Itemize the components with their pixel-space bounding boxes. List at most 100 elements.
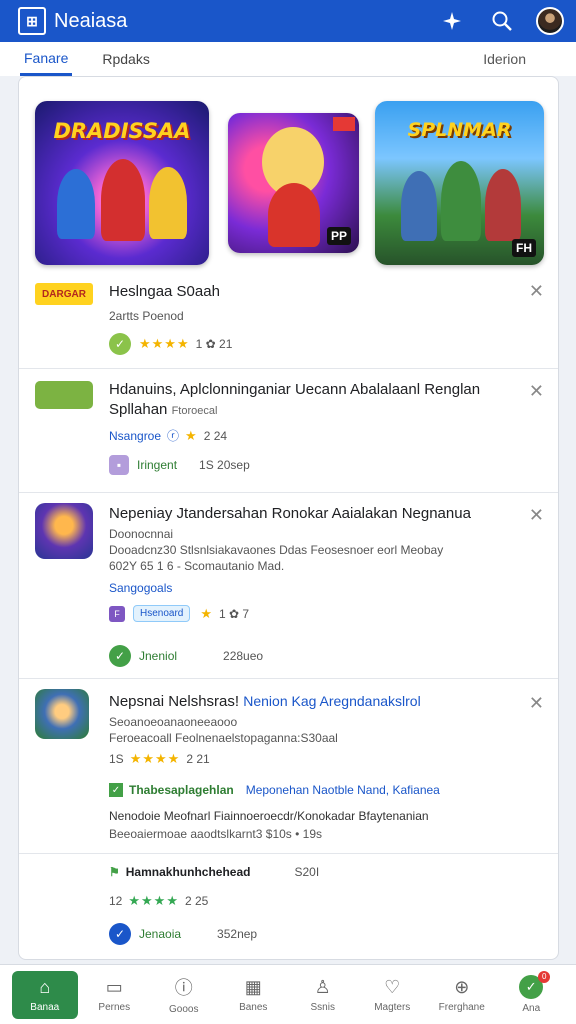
item-title-link[interactable]: Nenion Kag Aregndanakslrol (243, 693, 420, 709)
nav-label: Pernes (98, 1001, 131, 1013)
nav-pernes[interactable]: ▭ Pernes (81, 971, 147, 1019)
banner-badge: PP (326, 227, 351, 245)
banner-game-1[interactable]: DRADISSAA (35, 101, 209, 265)
nav-ssnis[interactable]: ♙ Ssnis (290, 971, 356, 1019)
card-icon: ▭ (105, 976, 123, 997)
item-desc: Nenodoie Meofnarl Fiainnoeroecdr/Konokad… (109, 809, 429, 823)
person-icon: ♙ (314, 976, 331, 997)
rating-stars: ★★★★ (128, 893, 179, 908)
banner-game-3[interactable]: SPLNMAR FH (375, 101, 544, 265)
check-icon: ✓ (109, 923, 131, 945)
user-avatar[interactable] (536, 7, 564, 35)
rating-prefix: 12 (109, 894, 123, 908)
item-rating: ✓ ★★★★ 1 ✿ 21 (109, 333, 232, 355)
notification-badge: 0 (538, 970, 551, 983)
home-icon: ⌂ (39, 976, 51, 997)
nav-ana[interactable]: ✓ 0 Ana (498, 970, 564, 1019)
item-rating: 12 ★★★★ 2 25 (109, 893, 208, 909)
game-icon-label: DARGAR (42, 288, 86, 300)
item-link[interactable]: Nsangroe (109, 429, 161, 443)
rating-text: 1 ✿ 21 (195, 337, 233, 351)
sub-item: ⚑ Hamnakhunhchehead S20I (109, 865, 319, 879)
item-desc: Doonocnnai (109, 527, 174, 541)
game-icon (35, 503, 93, 559)
nav-frerghane[interactable]: ⊕ Frerghane (429, 971, 495, 1019)
item-title2: Spllahan (109, 401, 168, 418)
check-icon: ✓ (109, 333, 131, 355)
nav-label: Banaa (30, 1001, 60, 1013)
item-status: ✓ Jneniol 228ueo (109, 645, 263, 667)
tab-rpdaks[interactable]: Rpdaks (98, 42, 153, 76)
rating-stars: ★★★★ (139, 336, 190, 351)
nav-home[interactable]: ⌂ Banaa (11, 970, 78, 1019)
tab-fanare[interactable]: Fanare (20, 42, 73, 76)
close-icon[interactable]: ✕ (529, 281, 544, 302)
top-app-bar: ⊞ Neaiasa (0, 0, 576, 42)
app-logo-icon[interactable]: ⊞ (18, 7, 46, 35)
game-icon: DARGAR (35, 283, 93, 305)
status-label: Jenaoia (139, 927, 182, 941)
item-title-line2: Spllahan Ftoroecal (109, 401, 217, 418)
flag-icon: ⚑ (109, 865, 120, 879)
item-title: Nepsnai Nelshsras! Nenion Kag Aregndanak… (109, 693, 421, 710)
rating-star: ★ (185, 427, 198, 443)
list-item[interactable]: Nepeniay Jtandersahan Ronokar Aaialakan … (19, 493, 558, 679)
list-item[interactable]: DARGAR Heslngaa S0aah 2artts Poenod ✓ ★★… (19, 273, 558, 369)
sub-item-link[interactable]: Meponehan Naotble Nand, Kafianea (246, 783, 440, 797)
nav-label: Frerghane (438, 1001, 485, 1013)
divider (19, 853, 558, 854)
list-item[interactable]: Hdanuins, Aplclonninganiar Uecann Abalal… (19, 369, 558, 493)
tab-iderion[interactable]: Iderion (479, 42, 530, 76)
sub-item-meta: S20I (294, 865, 320, 879)
nav-banes[interactable]: ▦ Banes (220, 971, 286, 1019)
banner-title: DRADISSAA (53, 119, 191, 143)
list-item[interactable]: Nepsnai Nelshsras! Nenion Kag Aregndanak… (19, 679, 558, 959)
rating-text: 2 25 (184, 894, 209, 908)
item-title: Hdanuins, Aplclonninganiar Uecann Abalal… (109, 381, 481, 398)
rating-text: 2 24 (203, 428, 228, 443)
status-chip: Iringent (137, 458, 178, 472)
close-icon[interactable]: ✕ (529, 381, 544, 402)
info-icon: ⓡ (167, 429, 180, 443)
item-title: Heslngaa S0aah (109, 283, 220, 300)
item-status: ▪ Iringent 1S 20sep (109, 455, 250, 475)
grid-icon: ▦ (244, 976, 262, 997)
sub-item: ✓ Thabesaplagehlan Meponehan Naotble Nan… (109, 783, 440, 797)
item-link[interactable]: Sangogoals (109, 581, 172, 595)
nav-label: Gooos (169, 1004, 199, 1015)
sparkle-icon[interactable] (438, 7, 466, 35)
heart-icon: ♡ (384, 976, 401, 997)
item-title-text: Nepsnai Nelshsras! (109, 693, 240, 710)
close-icon[interactable]: ✕ (529, 693, 544, 714)
rating-prefix: 1S (109, 752, 124, 766)
banner-game-2[interactable]: PP (228, 113, 359, 253)
banner-badge: FH (512, 239, 536, 257)
close-icon[interactable]: ✕ (529, 505, 544, 526)
item-desc: Dooadcnz30 Stlsnlsiakavaones Ddas Feoses… (109, 543, 444, 557)
share-icon: ⊕ (454, 976, 470, 997)
nav-magters[interactable]: ♡ Magters (359, 971, 425, 1019)
item-subtitle: 2artts Poenod (109, 309, 184, 323)
item-status: ✓ Jenaoia 352nep (109, 923, 257, 945)
info-icon: ⓘ (174, 978, 193, 998)
app-title: Neaiasa (54, 9, 128, 32)
search-icon[interactable] (488, 7, 516, 35)
status-chip: Hsenoard (133, 605, 191, 622)
app-icon: F (109, 605, 125, 622)
item-rating: F Hsenoard ★ 1 ✿ 7 (109, 605, 249, 622)
rating-star: ★ (200, 605, 214, 621)
nav-label: Magters (374, 1001, 411, 1013)
nav-label: Ssnis (310, 1001, 335, 1013)
nav-label: Ana (522, 1003, 541, 1014)
bottom-navigation: ⌂ Banaa ▭ Pernes ⓘ Gooos ▦ Banes ♙ Ssnis… (0, 964, 576, 1024)
item-rating: 1S ★★★★ 2 21 (109, 751, 210, 767)
rating-stars: ★★★★ (129, 751, 181, 766)
nav-gooos[interactable]: ⓘ Gooos (151, 971, 217, 1019)
check-icon: ✓ (109, 645, 131, 667)
status-label: Jneniol (139, 649, 178, 663)
check-icon: ✓ (109, 783, 123, 797)
game-icon (35, 381, 93, 409)
tag-icon: ▪ (109, 455, 129, 475)
item-desc: Seoanoeoanaoneeaooo (109, 715, 238, 729)
banner-title: SPLNMAR (407, 119, 512, 141)
